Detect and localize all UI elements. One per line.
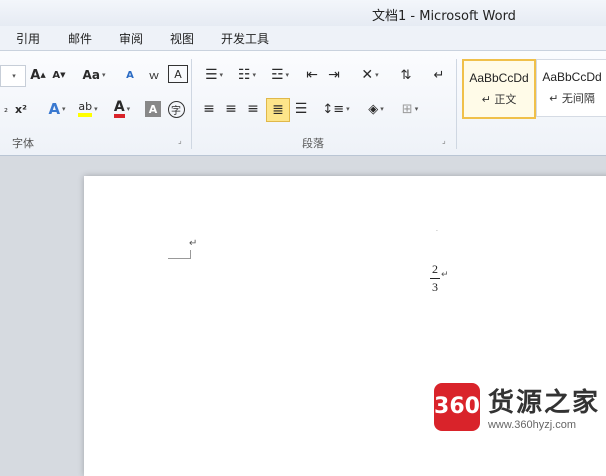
sort-button[interactable]: ⇅ [396, 65, 416, 85]
watermark: 360 货源之家 www.360hyzj.com [433, 382, 600, 431]
watermark-text: 货源之家 www.360hyzj.com [488, 382, 600, 431]
multilevel-list-icon: ☲ [270, 67, 284, 83]
justify-button[interactable]: ≣ [266, 98, 290, 122]
phonetic-guide-icon: ｗ [148, 69, 160, 82]
subscript-button[interactable]: ₂ [0, 99, 12, 119]
tab-references[interactable]: 引用 [16, 30, 40, 47]
group-divider [456, 59, 457, 149]
shrink-font-icon: A [52, 69, 61, 81]
char-shading-icon: A [148, 102, 158, 116]
style-no-spacing[interactable]: AaBbCcDd ↵ 无间隔 [536, 59, 606, 117]
ribbon-tabs: 引用 邮件 审阅 视图 开发工具 [0, 26, 606, 50]
distributed-button[interactable]: ☰ [291, 99, 311, 119]
watermark-brand: 货源之家 [487, 388, 600, 418]
line-spacing-button[interactable]: ↕≡ ▾ [322, 99, 350, 119]
align-center-button[interactable]: ≡ [221, 99, 241, 119]
subscript-icon: ₂ [3, 103, 8, 115]
small-dot: · [436, 228, 438, 235]
tab-view[interactable]: 视图 [170, 30, 194, 47]
grow-font-button[interactable]: A ▲ [28, 65, 48, 85]
superscript-icon: x² [15, 102, 27, 116]
clear-format-icon: A [126, 69, 134, 81]
clear-format-button[interactable]: A [120, 65, 140, 85]
ribbon: ▾ A ▲ A ▼ Aa ▾ A ｗ A ₂ x² A ▾ ab ▾ A ▾ A 字 字体 … [0, 50, 606, 156]
group-divider [191, 59, 192, 149]
grow-font-icon: A [30, 67, 41, 83]
align-left-icon: ≡ [203, 101, 215, 117]
enclose-char-button[interactable]: 字 [166, 99, 186, 119]
align-right-icon: ≡ [247, 101, 259, 117]
highlight-pen-icon: ab [78, 101, 93, 117]
margin-marker [168, 250, 191, 259]
decrease-indent-icon: ⇤ [306, 67, 318, 83]
font-dialog-launcher-icon[interactable]: ⌟ [178, 137, 186, 145]
font-color-button[interactable]: A ▾ [108, 99, 136, 119]
phonetic-guide-button[interactable]: ｗ [144, 65, 164, 85]
text-effects-icon: A [48, 100, 61, 118]
watermark-url: www.360hyzj.com [487, 419, 577, 431]
tab-review[interactable]: 审阅 [119, 30, 143, 47]
numbering-button[interactable]: ☷ ▾ [232, 65, 262, 85]
borders-icon: ⊞ [401, 101, 413, 117]
document-page[interactable] [84, 176, 606, 476]
tab-developer[interactable]: 开发工具 [221, 30, 269, 47]
bullet-list-icon: ☰ [204, 67, 218, 83]
style-label: ↵ 无间隔 [549, 92, 595, 105]
chinese-layout-button[interactable]: ✕ ▾ [356, 65, 384, 85]
show-marks-button[interactable]: ↵ [430, 65, 448, 85]
style-normal[interactable]: AaBbCcDd ↵ 正文 [462, 59, 536, 119]
align-left-button[interactable]: ≡ [199, 99, 219, 119]
fraction-equation[interactable]: 2 3 [430, 262, 440, 295]
style-label: ↵ 正文 [481, 93, 517, 106]
font-group-label: 字体 [12, 137, 34, 150]
align-right-button[interactable]: ≡ [243, 99, 263, 119]
enclose-char-icon: 字 [167, 100, 185, 118]
shading-button[interactable]: ◈ ▾ [362, 99, 390, 119]
paint-bucket-icon: ◈ [368, 101, 379, 117]
numbered-list-icon: ☷ [237, 67, 251, 83]
multilevel-list-button[interactable]: ☲ ▾ [265, 65, 295, 85]
style-sample: AaBbCcDd [469, 71, 529, 85]
highlight-button[interactable]: ab ▾ [74, 99, 102, 119]
text-effects-button[interactable]: A ▾ [44, 99, 70, 119]
watermark-logo: 360 [433, 382, 480, 431]
font-color-icon: A [113, 100, 125, 118]
tab-mailings[interactable]: 邮件 [68, 30, 92, 47]
char-border-button[interactable]: A [168, 65, 188, 83]
char-shading-button[interactable]: A [145, 101, 161, 117]
numerator: 2 [432, 262, 438, 276]
paragraph-group-label: 段落 [302, 137, 324, 150]
char-border-icon: A [174, 67, 182, 81]
equation-paragraph-mark: ↵ [441, 270, 449, 280]
borders-button[interactable]: ⊞ ▾ [396, 99, 424, 119]
line-spacing-icon: ↕≡ [322, 101, 345, 117]
window-title: 文档1 - Microsoft Word [372, 9, 516, 24]
font-size-dropdown[interactable]: ▾ [0, 65, 26, 87]
increase-indent-button[interactable]: ⇥ [324, 65, 344, 85]
decrease-indent-button[interactable]: ⇤ [302, 65, 322, 85]
chevron-down-icon: ▾ [12, 72, 16, 80]
title-bar: 文档1 - Microsoft Word [0, 0, 606, 26]
sort-icon: ⇅ [400, 67, 412, 83]
paragraph-mark: ↵ [189, 238, 198, 249]
align-center-icon: ≡ [225, 101, 237, 117]
style-sample: AaBbCcDd [542, 70, 602, 84]
distributed-align-icon: ☰ [294, 101, 308, 117]
change-case-icon: Aa [82, 68, 100, 82]
change-case-button[interactable]: Aa ▾ [80, 65, 108, 85]
justify-icon: ≣ [272, 102, 284, 118]
bullets-button[interactable]: ☰ ▾ [199, 65, 229, 85]
fraction-bar [430, 278, 440, 279]
superscript-button[interactable]: x² [13, 99, 29, 119]
chinese-layout-icon: ✕ [361, 67, 374, 83]
increase-indent-icon: ⇥ [328, 67, 340, 83]
shrink-font-button[interactable]: A ▼ [50, 65, 68, 85]
denominator: 3 [432, 280, 438, 294]
paragraph-dialog-launcher-icon[interactable]: ⌟ [442, 137, 450, 145]
paragraph-mark-icon: ↵ [433, 67, 445, 83]
